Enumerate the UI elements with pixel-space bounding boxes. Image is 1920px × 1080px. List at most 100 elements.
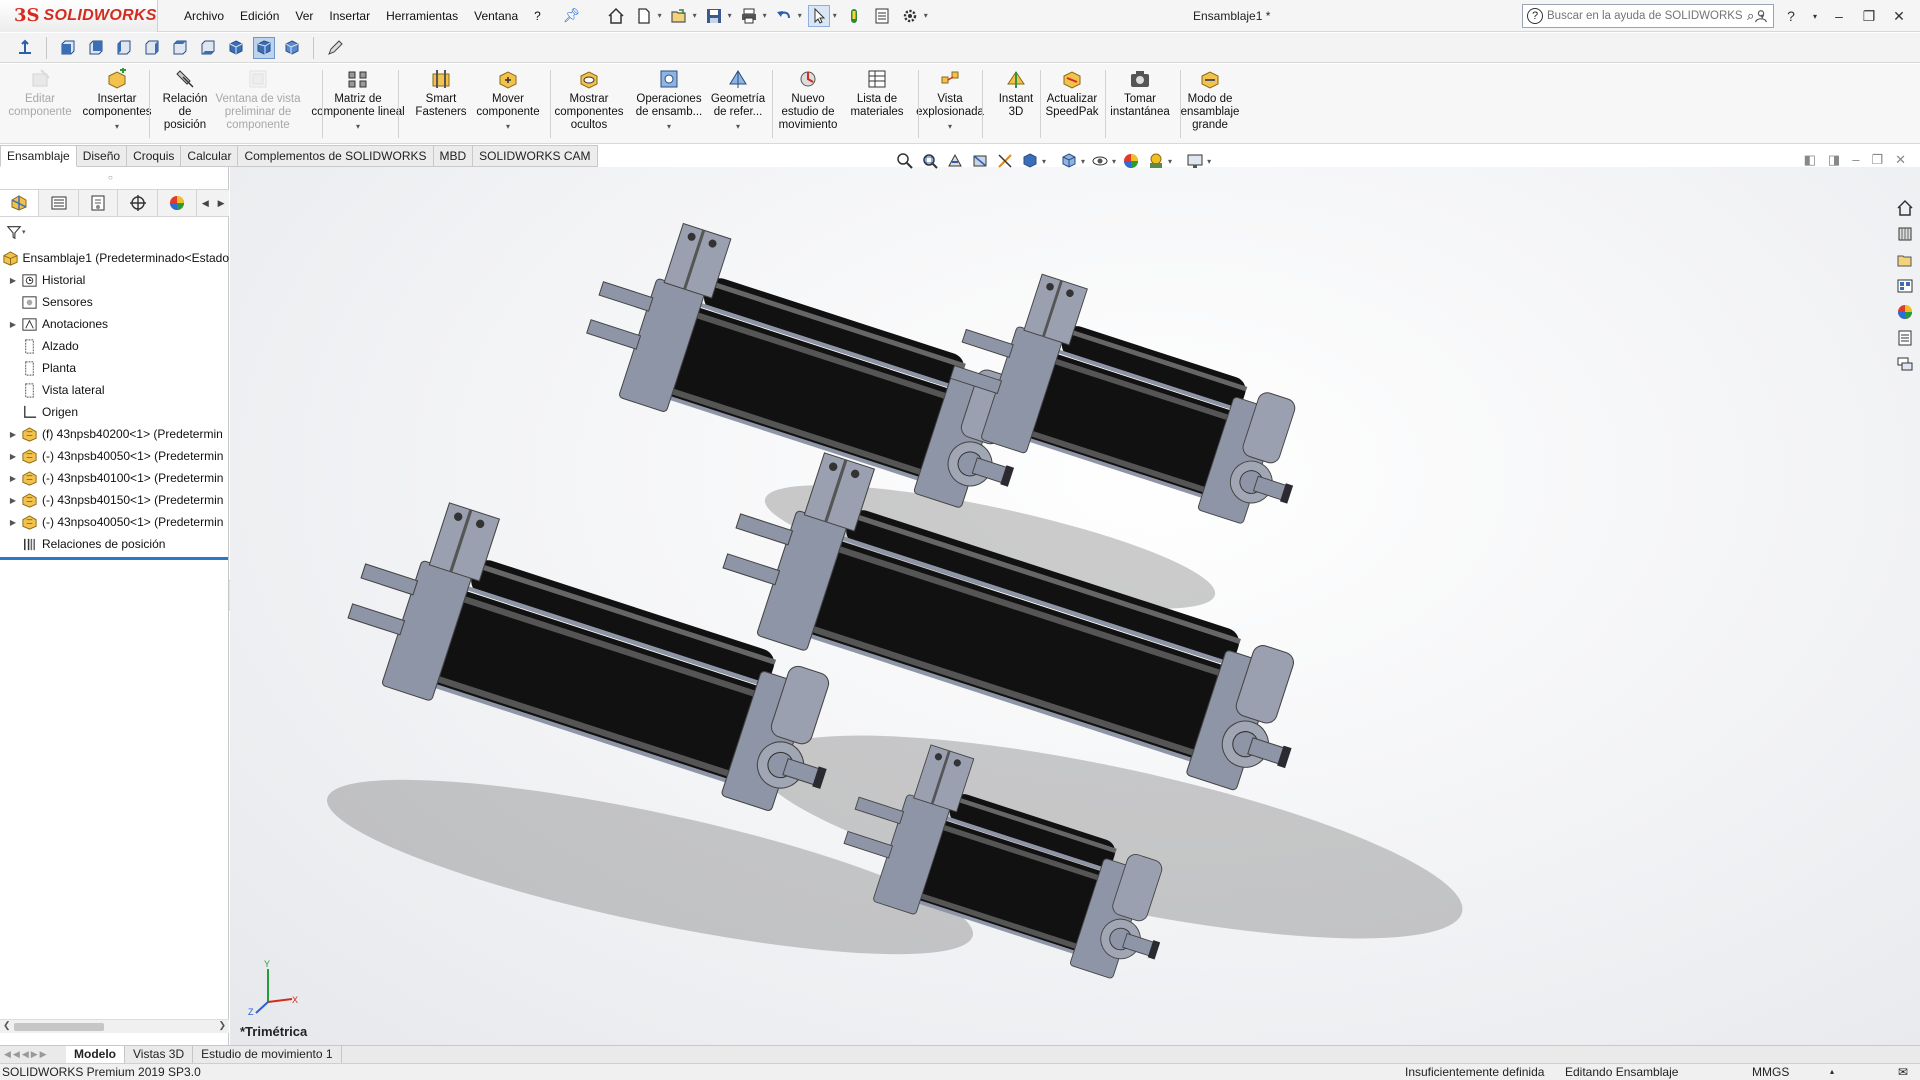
tree-filter[interactable]: ▾ bbox=[6, 221, 34, 243]
save-icon[interactable] bbox=[703, 5, 725, 27]
tree-item[interactable]: ▶ Anotaciones bbox=[0, 313, 229, 335]
previous-view-icon[interactable] bbox=[945, 151, 965, 171]
configuration-manager-tab-icon[interactable] bbox=[79, 190, 119, 216]
new-motion-study-button[interactable]: Nuevo estudio de movimiento bbox=[768, 68, 848, 132]
file-explorer-icon[interactable] bbox=[1894, 249, 1916, 271]
edit-appearance-icon[interactable] bbox=[1121, 151, 1141, 171]
solidworks-resources-icon[interactable] bbox=[1894, 197, 1916, 219]
hide-show-items-icon[interactable] bbox=[1090, 151, 1110, 171]
options-gear-icon[interactable] bbox=[899, 5, 921, 27]
back-view-icon[interactable] bbox=[85, 37, 107, 59]
tab-calcular[interactable]: Calcular bbox=[181, 145, 239, 167]
tab-solidworks-cam[interactable]: SOLIDWORKS CAM bbox=[473, 145, 598, 167]
solidworks-forum-icon[interactable] bbox=[1894, 353, 1916, 375]
scroll-right-arrow-icon[interactable]: ❯ bbox=[218, 1020, 226, 1031]
left-view-icon[interactable] bbox=[113, 37, 135, 59]
view-orientation-icon[interactable] bbox=[1020, 151, 1040, 171]
tabs-scroll-right-icon[interactable]: ▶ bbox=[213, 190, 229, 216]
pneumatic-cylinder[interactable] bbox=[571, 206, 1054, 520]
display-style-icon[interactable] bbox=[1059, 151, 1079, 171]
expand-arrow-icon[interactable]: ▶ bbox=[6, 452, 20, 461]
tree-item[interactable]: ▶ Historial bbox=[0, 269, 229, 291]
options-caret-icon[interactable]: ▾ bbox=[924, 11, 928, 20]
display-style-caret-icon[interactable]: ▾ bbox=[1081, 157, 1085, 166]
menu-insertar[interactable]: Insertar bbox=[321, 0, 378, 32]
large-assembly-mode-button[interactable]: Modo de ensamblaje grande bbox=[1170, 68, 1250, 132]
file-properties-icon[interactable] bbox=[871, 5, 893, 27]
isometric-view-icon[interactable] bbox=[225, 37, 247, 59]
front-view-icon[interactable] bbox=[57, 37, 79, 59]
appearances-icon[interactable] bbox=[1894, 301, 1916, 323]
undo-icon[interactable] bbox=[773, 5, 795, 27]
linear-component-pattern-caret-icon[interactable]: ▾ bbox=[356, 120, 360, 133]
view-orientation-caret-icon[interactable]: ▾ bbox=[1042, 157, 1046, 166]
move-component-caret-icon[interactable]: ▾ bbox=[506, 120, 510, 133]
close-icon[interactable]: ✕ bbox=[1888, 5, 1910, 27]
tree-item[interactable]: Relaciones de posición bbox=[0, 533, 229, 555]
tab-complementos[interactable]: Complementos de SOLIDWORKS bbox=[238, 145, 434, 167]
tab-croquis[interactable]: Croquis bbox=[127, 145, 182, 167]
hide-show-caret-icon[interactable]: ▾ bbox=[1112, 157, 1116, 166]
right-view-icon[interactable] bbox=[141, 37, 163, 59]
help-icon[interactable]: ? bbox=[1780, 5, 1802, 27]
expand-arrow-icon[interactable]: ▶ bbox=[6, 518, 20, 527]
apply-scene-icon[interactable] bbox=[1146, 151, 1166, 171]
property-manager-tab-icon[interactable] bbox=[39, 190, 79, 216]
menu-ventana[interactable]: Ventana bbox=[466, 0, 526, 32]
tab-navigation-arrows[interactable]: ◀◀◀▶▶ bbox=[0, 1049, 66, 1060]
select-icon[interactable] bbox=[807, 4, 830, 27]
open-icon[interactable] bbox=[668, 5, 690, 27]
sketch-pencil-icon[interactable] bbox=[324, 37, 346, 59]
tab-mbd[interactable]: MBD bbox=[433, 145, 474, 167]
tab-estudio-movimiento[interactable]: Estudio de movimiento 1 bbox=[193, 1046, 342, 1063]
edit-component-button[interactable]: Editar componente bbox=[0, 68, 80, 119]
reference-geometry-caret-icon[interactable]: ▾ bbox=[736, 120, 740, 133]
tabs-scroll-left-icon[interactable]: ◀ bbox=[197, 190, 213, 216]
bottom-view-icon[interactable] bbox=[197, 37, 219, 59]
insert-components-caret-icon[interactable]: ▾ bbox=[115, 120, 119, 133]
bill-of-materials-button[interactable]: Lista de materiales bbox=[837, 68, 917, 119]
top-view-icon[interactable] bbox=[169, 37, 191, 59]
tree-item[interactable]: Origen bbox=[0, 401, 229, 423]
menu-archivo[interactable]: Archivo bbox=[176, 0, 232, 32]
component-preview-window-button[interactable]: Ventana de vista preliminar de component… bbox=[215, 68, 301, 132]
pin-menu-icon[interactable]: 📌︎ bbox=[563, 7, 581, 24]
user-account-icon[interactable] bbox=[1750, 5, 1772, 27]
reference-geometry-button[interactable]: Geometría de refer... ▾ bbox=[698, 68, 778, 133]
dynamic-annotation-icon[interactable] bbox=[995, 151, 1015, 171]
assembly-model[interactable] bbox=[230, 167, 1920, 1045]
new-document-icon[interactable] bbox=[633, 5, 655, 27]
custom-properties-icon[interactable] bbox=[1894, 327, 1916, 349]
split-left-icon[interactable]: ◧ bbox=[1804, 152, 1816, 168]
tree-item[interactable]: ▶ (-) 43npsb40050<1> (Predetermin bbox=[0, 445, 229, 467]
view-settings-icon[interactable] bbox=[1185, 151, 1205, 171]
zoom-to-fit-icon[interactable] bbox=[895, 151, 915, 171]
display-manager-tab-icon[interactable] bbox=[158, 190, 198, 216]
customize-status-bar-icon[interactable]: ✉ bbox=[1898, 1065, 1908, 1079]
home-icon[interactable] bbox=[605, 5, 627, 27]
open-caret-icon[interactable]: ▾ bbox=[693, 11, 697, 20]
normal-to-icon[interactable] bbox=[14, 37, 36, 59]
solidworks-logo[interactable]: 3S SOLIDWORKS bbox=[0, 0, 158, 32]
menu-help[interactable]: ? bbox=[526, 0, 549, 32]
expand-arrow-icon[interactable]: ▶ bbox=[6, 474, 20, 483]
menu-herramientas[interactable]: Herramientas bbox=[378, 0, 466, 32]
section-view-icon[interactable] bbox=[970, 151, 990, 171]
print-icon[interactable] bbox=[738, 5, 760, 27]
units-caret-icon[interactable]: ▴ bbox=[1830, 1067, 1834, 1076]
apply-scene-caret-icon[interactable]: ▾ bbox=[1168, 157, 1172, 166]
tab-diseno[interactable]: Diseño bbox=[76, 145, 128, 167]
linear-component-pattern-button[interactable]: Matriz de componente lineal ▾ bbox=[311, 68, 405, 133]
tree-item[interactable]: Alzado bbox=[0, 335, 229, 357]
scroll-left-arrow-icon[interactable]: ❮ bbox=[3, 1020, 11, 1031]
zoom-to-area-icon[interactable] bbox=[920, 151, 940, 171]
take-snapshot-button[interactable]: Tomar instantánea bbox=[1100, 68, 1180, 119]
save-caret-icon[interactable]: ▾ bbox=[728, 11, 732, 20]
tree-item[interactable]: ▶ (-) 43npso40050<1> (Predetermin bbox=[0, 511, 229, 533]
viewport-close-icon[interactable]: ✕ bbox=[1895, 152, 1906, 168]
mate-button[interactable]: Relación de posición bbox=[145, 68, 225, 132]
expand-arrow-icon[interactable]: ▶ bbox=[6, 496, 20, 505]
viewport-restore-icon[interactable]: ❐ bbox=[1871, 152, 1883, 168]
tree-item[interactable]: Sensores bbox=[0, 291, 229, 313]
move-component-button[interactable]: Mover componente ▾ bbox=[468, 68, 548, 133]
